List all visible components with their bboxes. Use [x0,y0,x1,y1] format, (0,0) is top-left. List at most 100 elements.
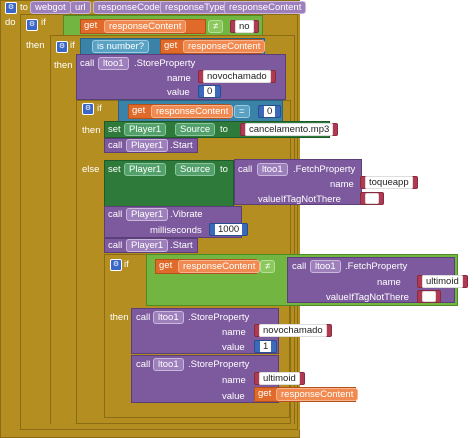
if3-keyword: if [97,103,102,114]
set-keyword: set [108,164,121,175]
store1-name-value[interactable]: novochamado [203,70,271,83]
set-keyword: set [108,124,121,135]
call-keyword: call [238,164,253,175]
fetch2-name-value[interactable]: ultimoid [422,275,463,288]
else-keyword: else [82,164,100,175]
store2-value-number[interactable]: 1 [254,340,278,353]
set1-prop[interactable]: Source [175,123,216,136]
fetch1-name-value[interactable]: toqueapp [365,176,413,189]
call2-component[interactable]: Player1 [126,239,169,252]
get-keyword: get [258,388,272,399]
call-keyword: call [108,209,123,220]
store2-method: .StoreProperty [188,312,250,323]
store1-name-label: name [167,73,191,84]
store1-value[interactable]: 0 [204,86,216,97]
param-responsecontent[interactable]: responseContent [224,1,307,14]
param-responsetype[interactable]: responseType [160,1,230,14]
fetch2-default-string[interactable] [417,290,441,303]
store2-name-value[interactable]: novochamado [259,324,327,337]
if1-keyword: if [41,17,46,28]
set1-text[interactable]: cancelamento.mp3 [240,123,339,136]
store1-name-string[interactable]: novochamado [198,70,276,83]
vibrate-ms-number[interactable]: 1000 [209,223,249,236]
store3-value-label: value [222,391,245,402]
if2-gear-icon[interactable]: ⚙ [56,41,68,53]
fetch2-name-string[interactable]: ultimoid [417,275,468,288]
fetch1-name-label: name [330,179,354,190]
if3-gear-icon[interactable]: ⚙ [82,103,94,115]
call1-method: .Start [170,140,193,151]
vibrate-component[interactable]: Player1 [126,208,169,221]
to-keyword: to [220,124,228,135]
then-keyword-3: then [82,125,101,136]
store3-method: .StoreProperty [188,359,250,370]
set2-component[interactable]: Player1 [124,163,167,176]
text-no-value[interactable]: no [235,20,254,33]
then-keyword-4: then [110,312,129,323]
is-number-dropdown[interactable]: is number? [92,40,149,53]
call2-method: .Start [170,240,193,251]
store2-name-string[interactable]: novochamado [254,324,332,337]
call1-component[interactable]: Player1 [126,139,169,152]
store2-name-label: name [222,327,246,338]
vibrate-ms-label: milliseconds [150,225,202,236]
store2-component[interactable]: ltoo1 [153,311,184,324]
fetch1-default-string[interactable] [360,192,384,205]
store3-name-label: name [222,375,246,386]
event-name-field[interactable]: webgot [30,1,71,14]
store1-component[interactable]: ltoo1 [98,57,129,70]
then-keyword-2: then [54,60,73,71]
get-keyword: get [132,105,146,116]
call-keyword: call [136,359,151,370]
op-dropdown-3[interactable]: = [234,105,250,118]
param-responsecode[interactable]: responseCode [93,1,165,14]
store3-name-string[interactable]: ultimoid [254,372,305,385]
text-no[interactable]: no [230,20,259,33]
op-dropdown-4[interactable]: ≠ [260,260,276,273]
store1-value-number[interactable]: 0 [198,85,222,98]
var-dropdown-1[interactable]: responseContent [104,20,187,33]
if1-gear-icon[interactable]: ⚙ [26,19,38,31]
if4-gear-icon[interactable]: ⚙ [110,259,122,271]
set1-text-value[interactable]: cancelamento.mp3 [245,123,334,136]
event-gear-icon[interactable]: ⚙ [5,2,17,14]
call-keyword: call [108,140,123,151]
vibrate-method: .Vibrate [170,209,203,220]
fetch2-name-label: name [377,277,401,288]
set2-prop[interactable]: Source [175,163,216,176]
event-to-keyword: to [20,2,28,13]
if4-keyword: if [124,259,129,270]
call-keyword: call [136,312,151,323]
call-keyword: call [292,261,307,272]
vibrate-ms-value[interactable]: 1000 [215,224,243,235]
event-bottom-bar [0,430,300,438]
fetch1-default-label: valueIfTagNotThere [258,194,341,205]
set1-component[interactable]: Player1 [124,123,167,136]
fetch1-method: .FetchProperty [293,164,356,175]
then-keyword-1: then [26,40,45,51]
fetch2-component[interactable]: ltoo1 [310,260,341,273]
store3-name-value[interactable]: ultimoid [259,372,300,385]
var-dropdown-2[interactable]: responseContent [183,40,266,53]
param-url[interactable]: url [70,1,91,14]
if3-number-value[interactable]: 0 [264,106,276,117]
store1-method: .StoreProperty [134,58,196,69]
op-dropdown-1[interactable]: ≠ [208,20,224,33]
fetch1-name-string[interactable]: toqueapp [360,176,418,189]
store1-value-label: value [167,87,190,98]
store3-component[interactable]: ltoo1 [153,358,184,371]
store2-value[interactable]: 1 [260,341,272,352]
to-keyword: to [220,164,228,175]
var-dropdown-5[interactable]: responseContent [276,388,359,401]
if2-keyword: if [70,40,75,51]
fetch2-default-label: valueIfTagNotThere [326,292,409,303]
fetch1-component[interactable]: ltoo1 [257,163,288,176]
fetch2-default-value[interactable] [422,291,436,302]
fetch1-default-value[interactable] [365,193,379,204]
var-dropdown-4[interactable]: responseContent [178,260,261,273]
if3-number[interactable]: 0 [258,105,282,118]
var-dropdown-3[interactable]: responseContent [151,105,234,118]
call-keyword: call [80,58,95,69]
get-keyword: get [164,40,178,51]
store2-value-label: value [222,342,245,353]
